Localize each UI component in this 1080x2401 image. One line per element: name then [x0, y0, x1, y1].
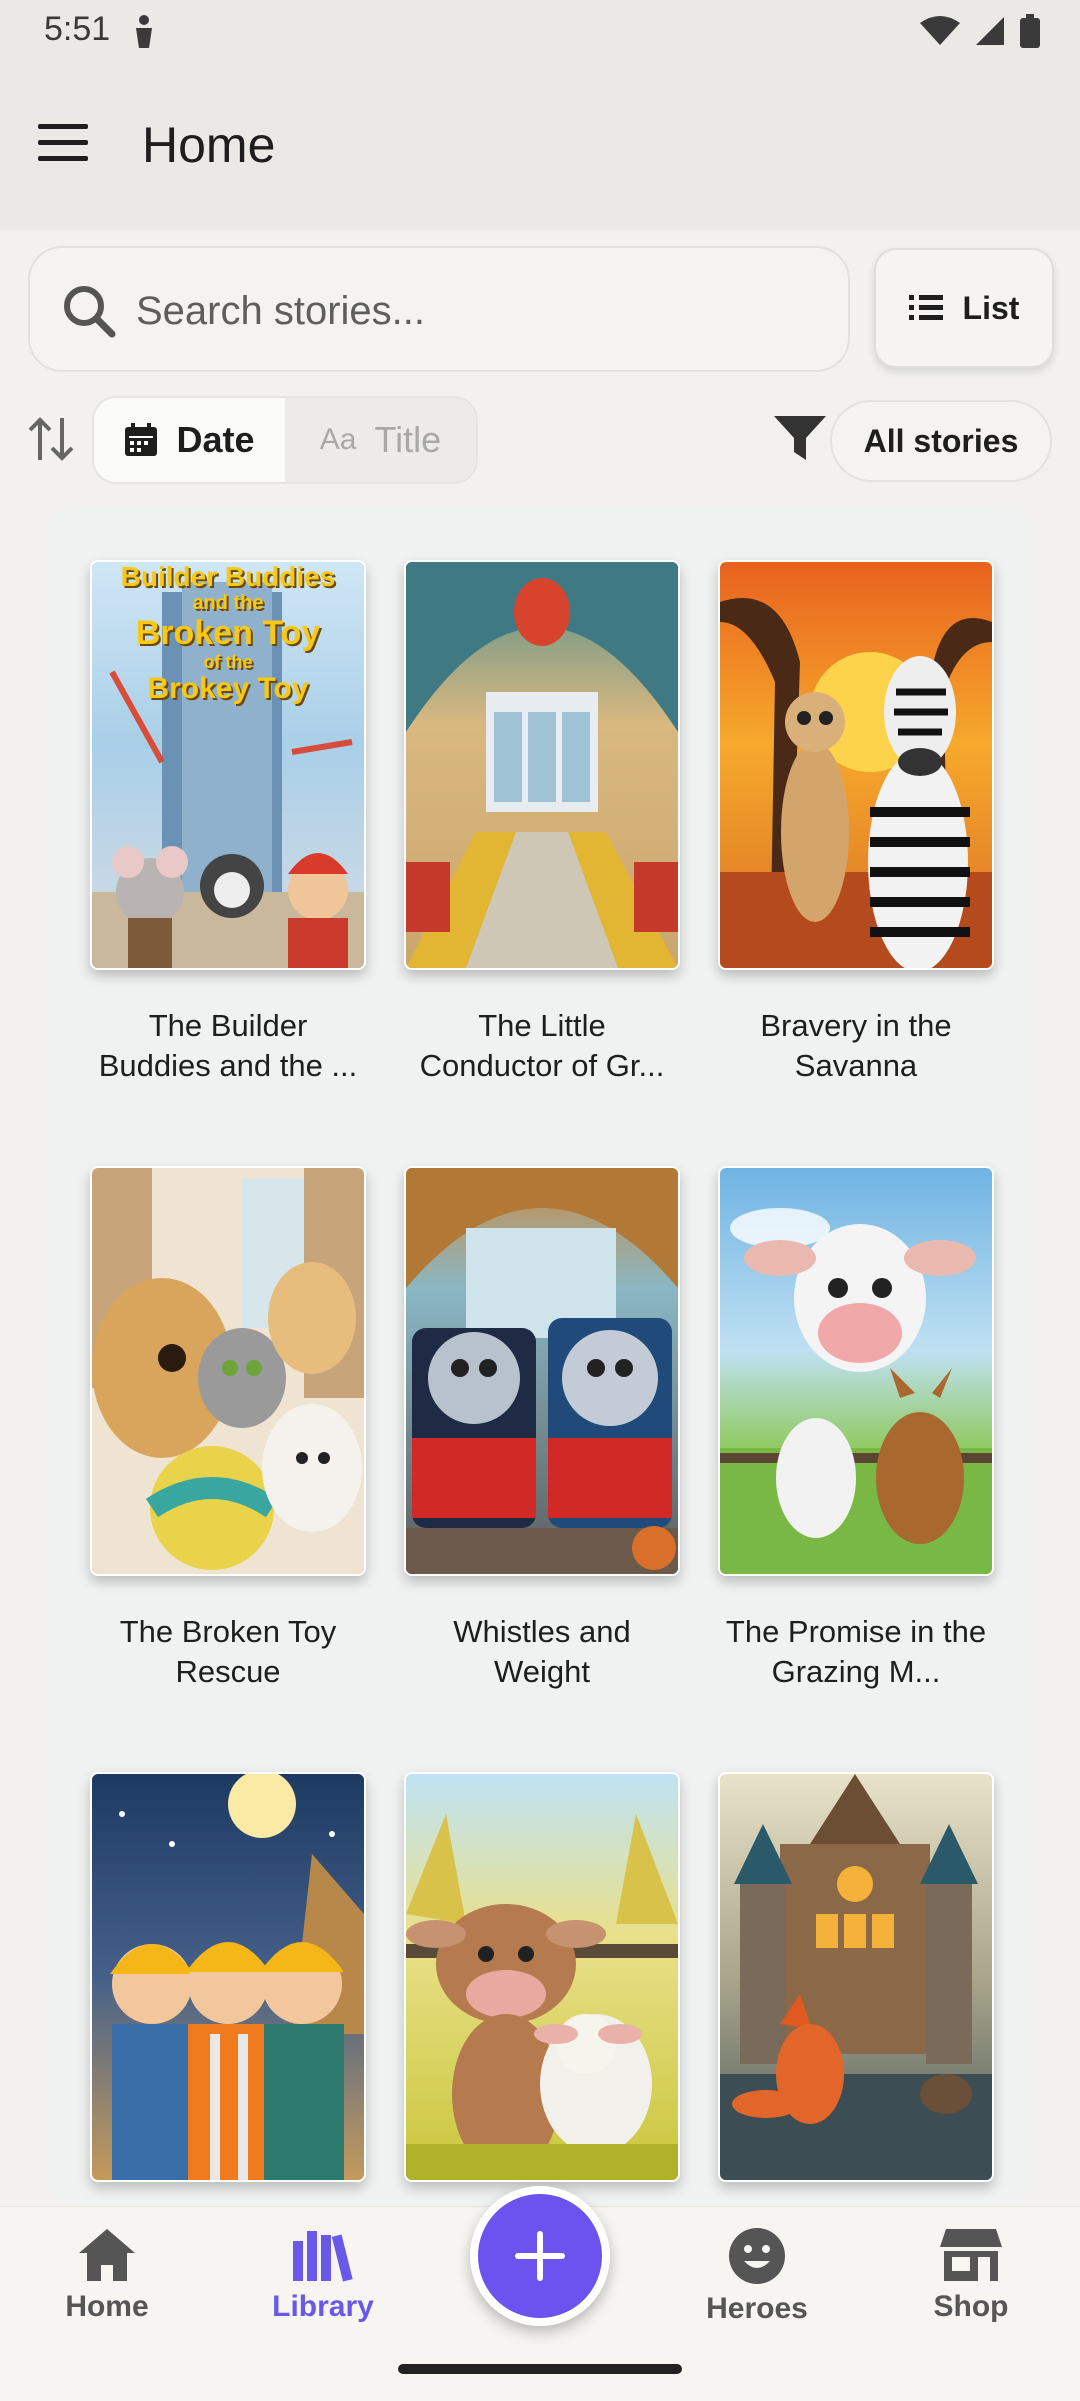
filter-label: All stories	[863, 422, 1019, 459]
story-title: The Promise in the Grazing M...	[725, 1614, 987, 1689]
story-card[interactable]: Whistles and Weight	[404, 1166, 680, 1692]
story-title: Bravery in the Savanna	[760, 1008, 952, 1083]
nav-heroes[interactable]: Heroes	[677, 2227, 837, 2326]
filter-icon[interactable]	[774, 416, 826, 460]
search-bar[interactable]	[28, 246, 850, 372]
home-icon	[79, 2229, 135, 2281]
nav-heroes-label: Heroes	[706, 2292, 808, 2325]
sort-by-date[interactable]: Date	[94, 398, 285, 482]
search-icon	[64, 286, 116, 338]
story-cover	[90, 1772, 366, 2182]
person-icon	[136, 15, 152, 48]
story-card[interactable]: The Broken Toy Rescue	[90, 1166, 366, 1692]
create-story-button[interactable]	[470, 2186, 610, 2326]
plus-icon	[515, 2231, 565, 2281]
status-icons	[920, 14, 1040, 48]
text-format-icon: Aa	[319, 423, 357, 456]
story-cover	[90, 1166, 366, 1576]
sort-direction-icon[interactable]	[26, 416, 76, 462]
nav-library-label: Library	[272, 2290, 374, 2323]
nav-library[interactable]: Library	[243, 2227, 403, 2324]
sort-segmented-control: Date Aa Title	[92, 396, 478, 484]
story-grid: Builder Buddies and the Broken Toy of th…	[46, 506, 1032, 2206]
sort-filter-row: Date Aa Title All stories	[0, 396, 1080, 486]
search-input[interactable]	[134, 278, 828, 344]
story-card[interactable]: The Little Conductor of Gr...	[404, 560, 680, 1086]
nav-shop-label: Shop	[933, 2290, 1009, 2323]
cover-illustration	[720, 1208, 992, 1574]
app-bar: Home	[0, 66, 1080, 230]
story-title: The Builder Buddies and the ...	[98, 1008, 358, 1083]
story-cover	[718, 1166, 994, 1576]
story-cover	[404, 1166, 680, 1576]
cover-title-text: Builder Buddies and the Broken Toy of th…	[120, 561, 336, 705]
sort-by-title[interactable]: Aa Title	[285, 398, 476, 482]
battery-icon	[1020, 14, 1040, 48]
nav-shop[interactable]: Shop	[891, 2227, 1051, 2324]
story-cover	[404, 1772, 680, 2182]
list-view-button[interactable]: List	[874, 248, 1054, 368]
list-view-label: List	[962, 289, 1020, 326]
cover-illustration	[406, 1168, 678, 1574]
store-icon	[940, 2229, 1002, 2281]
story-cover	[718, 560, 994, 970]
gesture-bar	[398, 2364, 682, 2374]
page-title: Home	[142, 117, 276, 173]
wifi-icon	[920, 16, 960, 45]
smiley-icon	[729, 2228, 785, 2284]
story-title: The Little Conductor of Gr...	[419, 1008, 665, 1083]
filter-chip[interactable]: All stories	[830, 400, 1052, 482]
story-title: Whistles and Weight	[453, 1614, 631, 1689]
signal-icon	[976, 17, 1004, 45]
list-icon	[908, 295, 943, 320]
sort-date-label: Date	[176, 419, 255, 460]
story-card[interactable]: Builder Buddies and the Broken Toy of th…	[90, 560, 366, 1086]
cover-illustration	[406, 562, 678, 968]
status-time: 5:51	[44, 10, 111, 48]
calendar-icon	[125, 423, 158, 456]
story-cover	[404, 560, 680, 970]
story-card[interactable]: The Promise in the Grazing M...	[718, 1166, 994, 1692]
cover-illustration	[406, 1814, 678, 2180]
hamburger-icon	[38, 124, 90, 161]
menu-button[interactable]	[38, 124, 90, 170]
nav-home[interactable]: Home	[27, 2227, 187, 2324]
sort-title-label: Title	[374, 419, 442, 460]
cover-illustration	[720, 1774, 992, 2180]
library-icon	[293, 2231, 353, 2282]
cover-illustration	[720, 598, 992, 968]
cover-illustration	[110, 1774, 364, 2180]
story-title: The Broken Toy Rescue	[119, 1614, 337, 1689]
cover-illustration	[92, 1168, 364, 1574]
story-card[interactable]: Bravery in the Savanna	[718, 560, 994, 1086]
story-cover	[718, 1772, 994, 2182]
nav-home-label: Home	[65, 2290, 149, 2323]
story-cover: Builder Buddies and the Broken Toy of th…	[90, 560, 366, 970]
status-bar: 5:51	[0, 0, 1080, 66]
